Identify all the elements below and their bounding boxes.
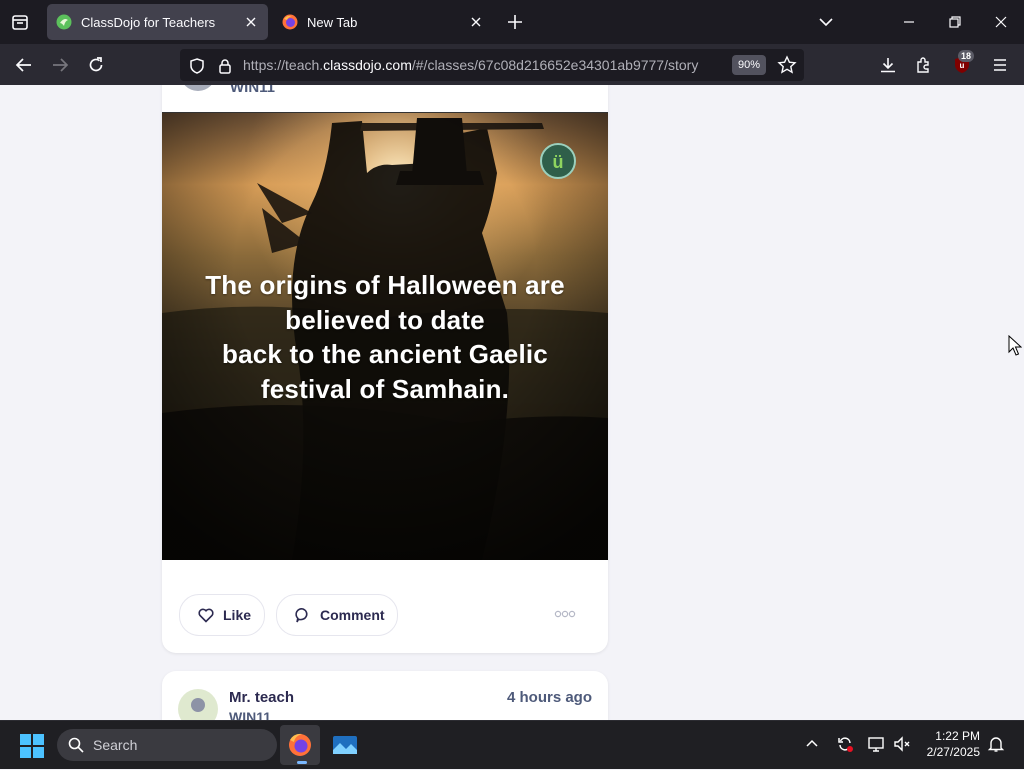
bell-icon[interactable] <box>987 735 1005 753</box>
puzzle-icon <box>917 57 929 73</box>
extensions-button[interactable] <box>912 53 936 77</box>
list-all-tabs-button[interactable] <box>816 12 836 32</box>
close-icon <box>995 16 1007 28</box>
new-tab-button[interactable] <box>505 12 525 32</box>
close-icon <box>471 17 481 27</box>
windows-start-icon[interactable] <box>20 734 44 758</box>
extension-badge: 18 <box>958 50 975 62</box>
navigation-toolbar: https://teach.classdojo.com/#/classes/67… <box>0 44 1024 85</box>
taskbar-search-box[interactable]: Search <box>57 729 277 761</box>
tab-list-icon <box>12 15 28 30</box>
post-author[interactable]: Mr. teach <box>229 689 294 706</box>
tab-list-button[interactable] <box>8 10 32 34</box>
comment-button[interactable]: Comment <box>276 594 398 636</box>
story-caption: The origins of Halloween are believed to… <box>182 268 588 406</box>
chevron-down-icon <box>819 18 833 27</box>
zoom-level-button[interactable]: 90% <box>732 55 766 75</box>
search-icon <box>68 737 84 753</box>
comment-label: Comment <box>320 607 385 623</box>
tab-label: New Tab <box>307 14 358 30</box>
reload-icon <box>89 57 103 72</box>
active-indicator <box>297 761 307 764</box>
taskbar-app-button[interactable] <box>325 725 365 765</box>
speech-bubble-icon <box>295 608 308 623</box>
clock-date: 2/27/2025 <box>926 745 980 759</box>
story-caption-line: festival of Samhain. <box>260 373 510 404</box>
tab-close-button[interactable] <box>468 14 484 30</box>
firefox-favicon-icon <box>282 14 298 30</box>
taskbar-clock[interactable]: 1:22 PM 2/27/2025 <box>918 728 980 760</box>
post-class-name: WIN11 <box>230 85 276 96</box>
lock-icon[interactable] <box>216 57 234 75</box>
taskbar-firefox-button[interactable] <box>280 725 320 765</box>
post-class-name: WIN11 <box>229 709 272 720</box>
firefox-icon <box>289 733 311 756</box>
story-feed[interactable]: WIN11 ü The origins of Halloween are bel… <box>0 85 1024 720</box>
url-prefix: https://teach. <box>243 57 324 73</box>
photos-app-icon <box>333 736 357 754</box>
mouse-cursor-icon <box>1008 335 1022 356</box>
like-label: Like <box>223 607 252 623</box>
close-window-button[interactable] <box>991 12 1011 32</box>
address-bar[interactable]: https://teach.classdojo.com/#/classes/67… <box>180 49 804 81</box>
restore-button[interactable] <box>945 12 965 32</box>
plus-icon <box>508 15 522 29</box>
arrow-left-icon <box>15 58 31 72</box>
classdojo-favicon-icon <box>56 14 72 30</box>
tab-classdojo[interactable]: ClassDojo for Teachers <box>47 4 268 40</box>
svg-text:ü: ü <box>553 152 564 172</box>
story-caption-line: believed to date <box>285 304 485 335</box>
tab-close-button[interactable] <box>243 14 259 30</box>
svg-text:u: u <box>960 61 965 70</box>
user-silhouette-icon <box>191 698 205 712</box>
forward-button[interactable] <box>48 53 72 77</box>
close-icon <box>246 17 256 27</box>
downloads-button[interactable] <box>876 53 900 77</box>
url-text: https://teach.classdojo.com/#/classes/67… <box>243 57 698 73</box>
download-icon <box>881 58 895 73</box>
app-menu-button[interactable] <box>988 53 1012 77</box>
tab-label: ClassDojo for Teachers <box>81 14 216 30</box>
story-post: Mr. teach WIN11 4 hours ago <box>162 671 608 720</box>
avatar <box>178 689 218 720</box>
reload-button[interactable] <box>84 53 108 77</box>
story-post: WIN11 ü The origins of Halloween are bel… <box>162 85 608 653</box>
star-icon[interactable] <box>777 55 797 75</box>
sync-icon[interactable] <box>836 735 854 753</box>
tab-bar: ClassDojo for Teachers New Tab <box>0 0 1024 44</box>
heart-icon <box>198 608 214 623</box>
windows-taskbar: Search 1:22 PM 2/27/2025 <box>0 720 1024 769</box>
avatar <box>180 85 216 91</box>
clock-time: 1:22 PM <box>935 729 980 743</box>
story-image[interactable]: ü The origins of Halloween are believed … <box>162 113 608 560</box>
tab-new-tab[interactable]: New Tab <box>273 4 493 40</box>
more-options-icon[interactable] <box>554 610 576 618</box>
chevron-up-icon[interactable] <box>803 735 821 753</box>
minimize-icon <box>904 21 914 23</box>
restore-icon <box>949 16 961 28</box>
url-host: classdojo.com <box>323 57 412 73</box>
story-caption-line: The origins of Halloween are <box>205 270 565 300</box>
like-button[interactable]: Like <box>179 594 265 636</box>
shield-icon[interactable] <box>188 57 206 75</box>
minimize-button[interactable] <box>899 12 919 32</box>
network-icon[interactable] <box>867 735 885 753</box>
story-caption-line: back to the ancient Gaelic <box>222 339 548 369</box>
url-path: /#/classes/67c08d216652e34301ab9777/stor… <box>411 57 699 73</box>
post-timestamp: 4 hours ago <box>506 689 592 706</box>
back-button[interactable] <box>12 53 36 77</box>
hamburger-menu-icon <box>994 59 1006 71</box>
volume-muted-icon[interactable] <box>893 735 911 753</box>
arrow-right-icon <box>53 58 69 72</box>
search-placeholder: Search <box>93 737 138 753</box>
